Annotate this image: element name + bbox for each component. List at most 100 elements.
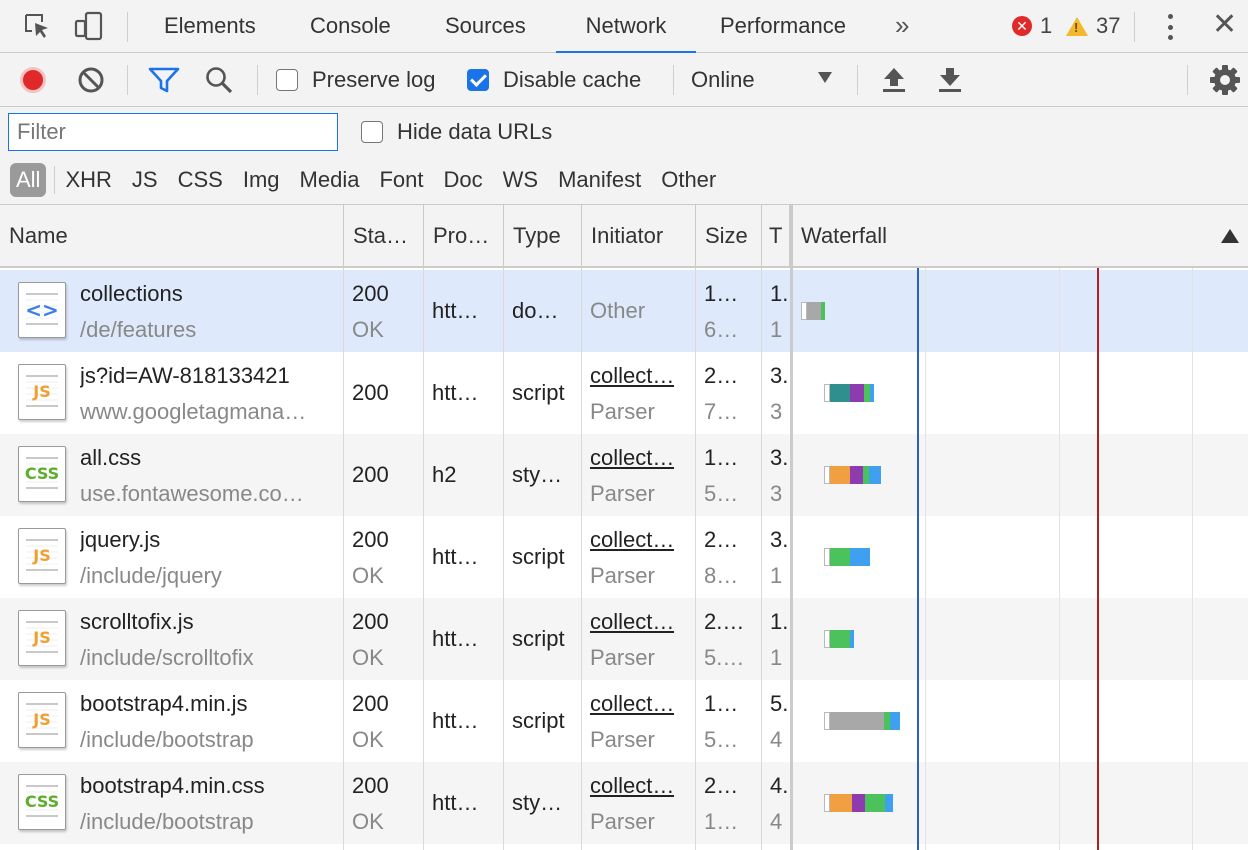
tab-console[interactable]: Console bbox=[310, 0, 391, 53]
search-button[interactable] bbox=[204, 63, 234, 97]
type-filter-js[interactable]: JS bbox=[122, 163, 168, 197]
request-name: jquery.js bbox=[80, 527, 161, 552]
column-header-waterfall[interactable]: Waterfall bbox=[792, 205, 1248, 266]
time-cell: 3. 3 bbox=[761, 352, 790, 434]
table-row[interactable]: JS scrolltofix.js /include/scrolltofix 2… bbox=[0, 598, 1248, 680]
initiator-link[interactable]: collect… bbox=[590, 691, 674, 717]
initiator-cell[interactable]: collect… Parser bbox=[581, 762, 695, 844]
waterfall-cell[interactable] bbox=[793, 762, 1248, 844]
waterfall-cell[interactable] bbox=[793, 352, 1248, 434]
protocol-value: htt… bbox=[432, 380, 479, 405]
network-toolbar: Preserve log Disable cache Online bbox=[0, 53, 1248, 107]
status-cell: 200 OK bbox=[343, 680, 423, 762]
error-counter[interactable]: ✕ 1 bbox=[1012, 13, 1052, 39]
initiator-link[interactable]: collect… bbox=[590, 363, 674, 389]
column-header-status[interactable]: Sta… bbox=[344, 205, 424, 266]
column-header-type[interactable]: Type bbox=[504, 205, 582, 266]
waterfall-cell[interactable] bbox=[793, 680, 1248, 762]
type-filter-all[interactable]: All bbox=[10, 163, 47, 197]
export-har-button[interactable] bbox=[937, 63, 963, 97]
request-path: /include/bootstrap bbox=[80, 727, 254, 752]
type-filter-font[interactable]: Font bbox=[369, 163, 433, 197]
name-cell[interactable]: CSS all.css use.fontawesome.co… bbox=[0, 434, 343, 516]
checkbox-checked[interactable] bbox=[467, 69, 489, 91]
waterfall-cell[interactable] bbox=[793, 270, 1248, 352]
initiator-cell[interactable]: collect… Parser bbox=[581, 680, 695, 762]
table-row[interactable]: JS jquery.js /include/jquery 200 OK htt…… bbox=[0, 516, 1248, 598]
time-cell: 3. 1 bbox=[761, 516, 790, 598]
waterfall-cell[interactable] bbox=[793, 516, 1248, 598]
waterfall-stalled-segment bbox=[807, 302, 821, 320]
name-cell[interactable]: JS jquery.js /include/jquery bbox=[0, 516, 343, 598]
name-cell[interactable]: JS js?id=AW-818133421 www.googletagmana… bbox=[0, 352, 343, 434]
warning-counter[interactable]: ! 37 bbox=[1066, 13, 1120, 39]
type-filter-xhr[interactable]: XHR bbox=[63, 163, 121, 197]
initiator-link[interactable]: collect… bbox=[590, 773, 674, 799]
tab-elements[interactable]: Elements bbox=[164, 0, 256, 53]
column-header-name[interactable]: Name bbox=[0, 205, 344, 266]
initiator-cell[interactable]: collect… Parser bbox=[581, 434, 695, 516]
type-cell: sty… bbox=[503, 434, 581, 516]
initiator-cell[interactable]: collect… Parser bbox=[581, 516, 695, 598]
name-cell[interactable]: JS bootstrap4.min.js /include/bootstrap bbox=[0, 680, 343, 762]
checkbox-unchecked[interactable] bbox=[361, 121, 383, 143]
filter-toggle-button[interactable] bbox=[148, 63, 180, 97]
download-icon bbox=[939, 68, 961, 92]
tab-sources[interactable]: Sources bbox=[445, 0, 526, 53]
type-filter-img[interactable]: Img bbox=[233, 163, 290, 197]
more-tabs-chevron-icon[interactable]: » bbox=[895, 0, 910, 53]
type-filter-other[interactable]: Other bbox=[651, 163, 726, 197]
initiator-link[interactable]: collect… bbox=[590, 609, 674, 635]
record-button[interactable] bbox=[20, 63, 46, 97]
tab-network[interactable]: Network bbox=[556, 0, 696, 53]
protocol-value: htt… bbox=[432, 790, 479, 815]
table-row[interactable]: CSS bootstrap4.min.css /include/bootstra… bbox=[0, 762, 1248, 844]
chevron-down-icon[interactable] bbox=[818, 72, 832, 83]
sort-ascending-icon[interactable] bbox=[1221, 229, 1239, 243]
table-row[interactable]: JS bootstrap4.min.js /include/bootstrap … bbox=[0, 680, 1248, 762]
hide-data-urls-checkbox[interactable]: Hide data URLs bbox=[361, 115, 552, 149]
type-filter-css[interactable]: CSS bbox=[168, 163, 233, 197]
column-header-size[interactable]: Size bbox=[696, 205, 762, 266]
waterfall-download-segment bbox=[850, 548, 870, 566]
table-row[interactable]: CSS all.css use.fontawesome.co… 200 h2 s… bbox=[0, 434, 1248, 516]
column-header-time[interactable]: T bbox=[762, 205, 790, 266]
toolbar-divider bbox=[857, 65, 858, 95]
more-options-icon[interactable] bbox=[1162, 12, 1178, 42]
checkbox-unchecked[interactable] bbox=[276, 69, 298, 91]
type-filter-ws[interactable]: WS bbox=[493, 163, 548, 197]
initiator-link[interactable]: collect… bbox=[590, 445, 674, 471]
name-cell[interactable]: JS scrolltofix.js /include/scrolltofix bbox=[0, 598, 343, 680]
initiator-link[interactable]: collect… bbox=[590, 527, 674, 553]
type-filter-manifest[interactable]: Manifest bbox=[548, 163, 651, 197]
waterfall-cell[interactable] bbox=[793, 434, 1248, 516]
tab-performance[interactable]: Performance bbox=[720, 0, 846, 53]
clear-button[interactable] bbox=[77, 63, 105, 97]
inspect-element-icon[interactable] bbox=[20, 9, 54, 43]
name-cell[interactable]: CSS bootstrap4.min.css /include/bootstra… bbox=[0, 762, 343, 844]
type-filter-doc[interactable]: Doc bbox=[433, 163, 492, 197]
initiator-cell[interactable]: collect… Parser bbox=[581, 598, 695, 680]
table-row[interactable]: JS js?id=AW-818133421 www.googletagmana…… bbox=[0, 352, 1248, 434]
column-header-initiator[interactable]: Initiator bbox=[582, 205, 696, 266]
warning-icon: ! bbox=[1066, 16, 1088, 36]
total-time: 3. bbox=[770, 363, 789, 388]
type-filter-media[interactable]: Media bbox=[290, 163, 370, 197]
name-cell[interactable]: <> collections /de/features bbox=[0, 270, 343, 352]
settings-button[interactable] bbox=[1209, 63, 1241, 97]
initiator-cell[interactable]: collect… Parser bbox=[581, 352, 695, 434]
filter-input[interactable] bbox=[8, 113, 338, 151]
preserve-log-checkbox[interactable]: Preserve log bbox=[276, 63, 436, 97]
waterfall-cell[interactable] bbox=[793, 598, 1248, 680]
table-row[interactable]: <> collections /de/features 200 OK htt… … bbox=[0, 270, 1248, 352]
total-time: 3. bbox=[770, 527, 789, 552]
disable-cache-checkbox[interactable]: Disable cache bbox=[467, 63, 641, 97]
column-header-protocol[interactable]: Pro… bbox=[424, 205, 504, 266]
request-path: www.googletagmana… bbox=[80, 399, 307, 424]
close-icon[interactable]: ✕ bbox=[1212, 8, 1237, 42]
waterfall-divider[interactable] bbox=[790, 205, 793, 850]
import-har-button[interactable] bbox=[881, 63, 907, 97]
resource-size: 5.… bbox=[704, 645, 745, 670]
type-value: script bbox=[512, 380, 565, 405]
device-toolbar-icon[interactable] bbox=[72, 9, 106, 43]
